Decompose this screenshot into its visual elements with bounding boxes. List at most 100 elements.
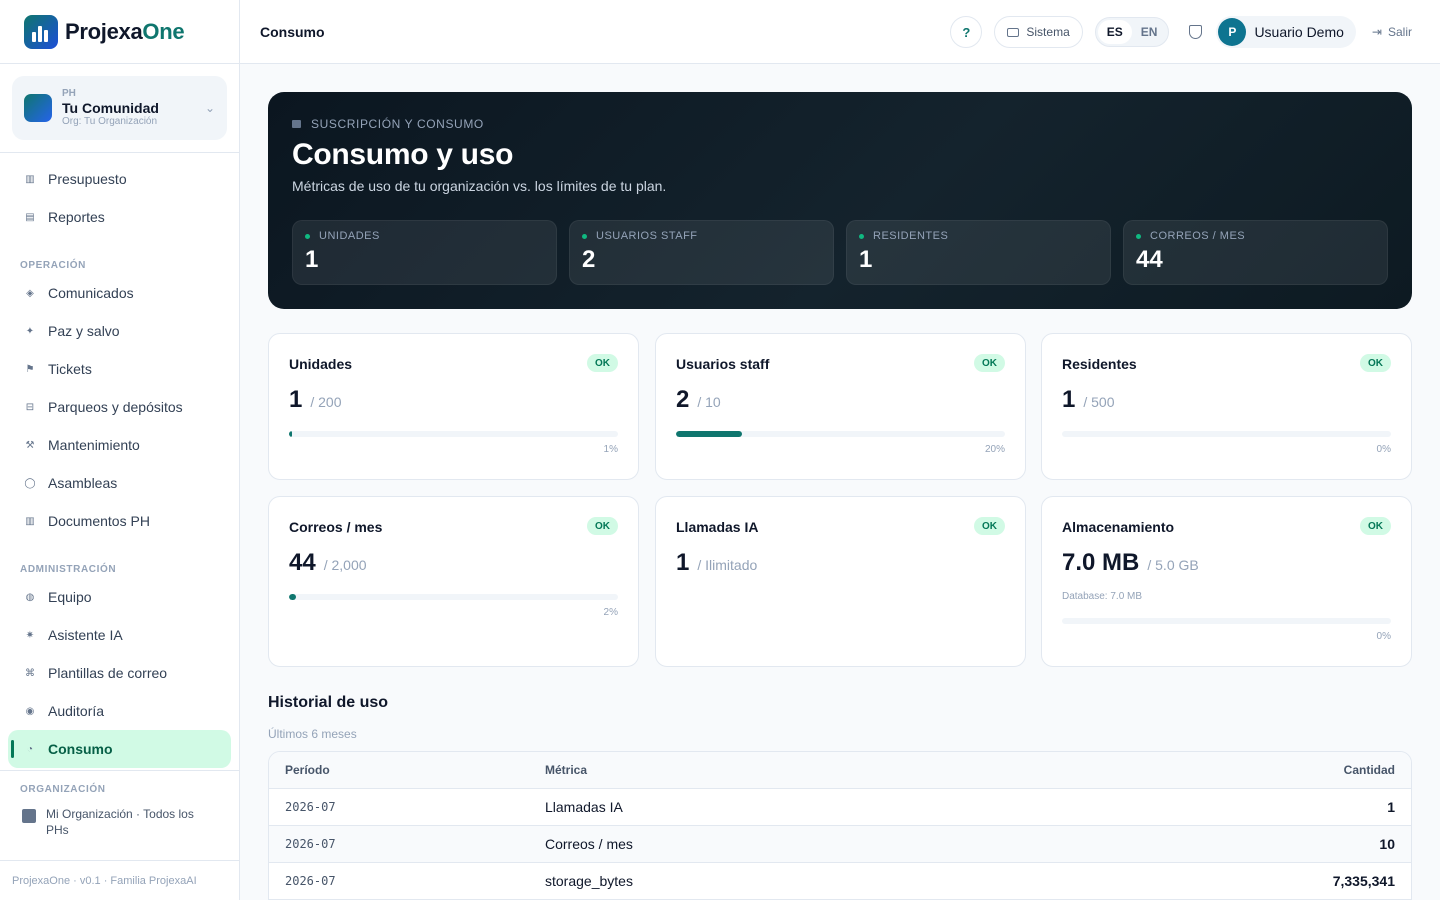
sidebar-item-consumo[interactable]: ◔ Consumo (8, 730, 231, 768)
ai-icon: ✷ (25, 629, 35, 641)
status-badge: OK (587, 354, 618, 372)
community-selector[interactable]: PH Tu Comunidad Org: Tu Organización ⌄ (12, 76, 227, 140)
sidebar-item-documentos[interactable]: ▥ Documentos PH (8, 502, 231, 540)
brand[interactable]: ProjexaOne (0, 0, 239, 64)
sidebar-item-mantenimiento[interactable]: ⚒ Mantenimiento (8, 426, 231, 464)
progress-bar (676, 431, 1005, 437)
status-dot-icon (859, 233, 864, 239)
nav-section-administracion: ADMINISTRACIÓN (20, 564, 117, 575)
progress-fill (289, 594, 296, 600)
help-button[interactable]: ? (950, 16, 983, 48)
brand-name: ProjexaOne (65, 18, 185, 44)
usage-card-llamadas-ia: Llamadas IA OK 1/ Ilimitado (655, 496, 1026, 667)
organization-item[interactable]: Mi Organización · Todos los PHs (22, 807, 219, 838)
sidebar-item-auditoria[interactable]: ◉ Auditoría (8, 692, 231, 730)
progress-percent: 0% (1376, 631, 1391, 642)
column-header-metric[interactable]: Métrica (545, 763, 1191, 777)
shield-icon[interactable] (1189, 25, 1203, 39)
parking-icon: ⊟ (25, 401, 35, 413)
document-icon: ▥ (25, 515, 35, 527)
sidebar-item-comunicados[interactable]: ◈ Comunicados (8, 274, 231, 312)
announcement-icon: ◈ (26, 287, 34, 299)
progress-percent: 2% (603, 607, 618, 618)
page-title: Consumo (260, 23, 325, 40)
progress-fill (676, 431, 742, 437)
sidebar-item-tickets[interactable]: ⚑ Tickets (8, 350, 231, 388)
hero-stat-correos: CORREOS / MES 44 (1123, 220, 1388, 285)
community-org: Org: Tu Organización (62, 116, 158, 128)
sidebar-item-parqueos[interactable]: ⊟ Parqueos y depósitos (8, 388, 231, 426)
card-icon (292, 120, 301, 128)
gauge-icon: ◔ (26, 743, 34, 755)
progress-percent: 20% (984, 444, 1005, 455)
chevron-down-icon: ⌄ (204, 101, 215, 115)
monitor-icon (1007, 27, 1020, 37)
status-badge: OK (974, 517, 1005, 535)
language-switcher: ES EN (1094, 17, 1170, 47)
lang-es-button[interactable]: ES (1097, 20, 1132, 44)
hero-title: Consumo y uso (292, 138, 514, 171)
sidebar-item-equipo[interactable]: ◍ Equipo (8, 578, 231, 616)
sidebar-item-asambleas[interactable]: ◯ Asambleas (8, 464, 231, 502)
storage-note: Database: 7.0 MB (1062, 591, 1143, 602)
hero-banner: SUSCRIPCIÓN Y CONSUMO Consumo y uso Métr… (268, 92, 1412, 309)
hero-stat-usuarios-staff: USUARIOS STAFF 2 (569, 220, 834, 285)
history-title: Historial de uso (268, 694, 389, 711)
progress-bar (289, 431, 618, 437)
nav-section-operacion: OPERACIÓN (20, 260, 86, 271)
usage-card-residentes: Residentes OK 1/ 500 0% (1041, 333, 1412, 480)
usage-card-correos: Correos / mes OK 44/ 2,000 2% (268, 496, 639, 667)
progress-fill (289, 431, 293, 437)
building-icon (22, 809, 36, 823)
column-header-period[interactable]: Período (269, 763, 545, 777)
progress-bar (289, 594, 618, 600)
progress-percent: 0% (1376, 444, 1391, 455)
status-badge: OK (587, 517, 618, 535)
user-menu[interactable]: P Usuario Demo (1216, 16, 1356, 48)
status-badge: OK (1360, 354, 1391, 372)
community-avatar (24, 94, 52, 122)
usage-card-usuarios-staff: Usuarios staff OK 2/ 10 20% (655, 333, 1026, 480)
sidebar-item-asistente-ia[interactable]: ✷ Asistente IA (8, 616, 231, 654)
budget-icon: ▥ (25, 173, 35, 185)
organization-item-label: Mi Organización · Todos los PHs (46, 807, 194, 837)
column-header-quantity[interactable]: Cantidad (1191, 763, 1411, 777)
history-table: Período Métrica Cantidad 2026-07 Llamada… (268, 751, 1412, 900)
sidebar-item-plantillas[interactable]: ⌘ Plantillas de correo (8, 654, 231, 692)
status-dot-icon (582, 233, 587, 239)
reports-icon: ▤ (25, 211, 35, 223)
sidebar-footer: ProjexaOne · v0.1 · Familia ProjexaAI (0, 860, 239, 900)
hero-stat-unidades: UNIDADES 1 (292, 220, 557, 285)
team-icon: ◍ (25, 591, 35, 603)
template-icon: ⌘ (25, 667, 35, 679)
community-tag: PH (62, 87, 76, 99)
organization-section: ORGANIZACIÓN Mi Organización · Todos los… (0, 770, 239, 860)
sidebar-item-paz-y-salvo[interactable]: ✦ Paz y salvo (8, 312, 231, 350)
status-dot-icon (305, 233, 310, 239)
progress-bar (1062, 618, 1391, 624)
sidebar: ProjexaOne PH Tu Comunidad Org: Tu Organ… (0, 0, 240, 900)
sidebar-item-reportes[interactable]: ▤ Reportes (8, 198, 231, 236)
logout-button[interactable]: ⇥ Salir (1372, 25, 1412, 39)
lang-en-button[interactable]: EN (1132, 20, 1167, 44)
table-row: 2026-07 Correos / mes 10 (269, 826, 1411, 863)
progress-percent: 1% (603, 444, 618, 455)
hero-tag: SUSCRIPCIÓN Y CONSUMO (292, 117, 484, 131)
status-dot-icon (1136, 233, 1141, 239)
hero-stats: UNIDADES 1 USUARIOS STAFF 2 RESIDENTES 1… (292, 220, 1388, 285)
system-theme-button[interactable]: Sistema (994, 16, 1083, 48)
community-name: Tu Comunidad (62, 99, 159, 116)
usage-card-almacenamiento: Almacenamiento OK 7.0 MB/ 5.0 GB Databas… (1041, 496, 1412, 667)
audit-icon: ◉ (25, 705, 35, 717)
circle-icon: ◯ (24, 477, 36, 489)
progress-bar (1062, 431, 1391, 437)
avatar: P (1218, 18, 1247, 46)
tools-icon: ⚒ (25, 439, 35, 451)
sidebar-divider (0, 152, 239, 153)
logout-icon: ⇥ (1371, 25, 1382, 39)
usage-card-unidades: Unidades OK 1/ 200 1% (268, 333, 639, 480)
sidebar-item-presupuesto[interactable]: ▥ Presupuesto (8, 160, 231, 198)
table-row: 2026-07 storage_bytes 7,335,341 (269, 863, 1411, 900)
sidebar-nav: ▥ Presupuesto ▤ Reportes OPERACIÓN ◈ Comuni… (8, 160, 231, 768)
topbar: Consumo ? Sistema ES EN P Usuario Demo ⇥… (240, 0, 1440, 64)
